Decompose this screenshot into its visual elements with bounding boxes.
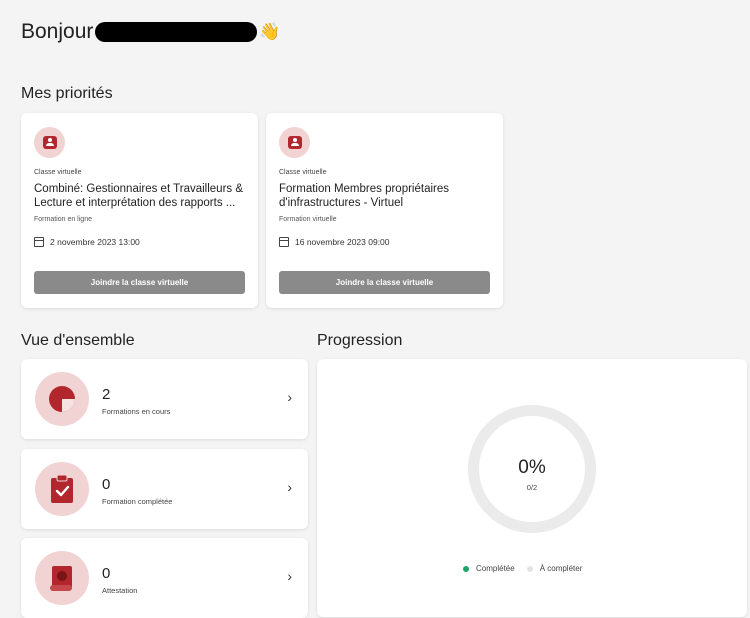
overview-value: 0	[102, 565, 111, 582]
legend-dot-remaining	[526, 565, 533, 572]
priority-date: 16 novembre 2023 09:00	[279, 237, 490, 247]
clipboard-check-icon	[35, 462, 89, 516]
redacted-username	[95, 22, 258, 42]
priority-type: Classe virtuelle	[34, 169, 82, 176]
priorities-title: Mes priorités	[21, 85, 113, 102]
overview-value: 2	[102, 386, 111, 403]
chevron-right-icon: ›	[287, 389, 292, 405]
overview-label: Formation complétée	[102, 497, 173, 506]
calendar-icon	[279, 237, 289, 247]
chevron-right-icon: ›	[287, 568, 292, 584]
overview-card-completed[interactable]: 0 Formation complétée ›	[21, 449, 308, 529]
virtual-class-icon	[34, 127, 65, 158]
greeting-text: Bonjour	[21, 20, 94, 43]
join-virtual-class-button[interactable]: Joindre la classe virtuelle	[279, 271, 490, 294]
legend-item-remaining: À compléter	[526, 564, 583, 573]
calendar-icon	[34, 237, 44, 247]
progress-title: Progression	[317, 332, 403, 349]
virtual-class-icon	[279, 127, 310, 158]
overview-label: Formations en cours	[102, 407, 171, 416]
overview-card-certificate[interactable]: 0 Attestation ›	[21, 538, 308, 618]
legend-dot-completed	[463, 565, 469, 572]
progress-percent: 0%	[518, 457, 546, 478]
priority-date: 2 novembre 2023 13:00	[34, 237, 245, 247]
priority-date-text: 2 novembre 2023 13:00	[50, 237, 140, 247]
dashboard-page: Bonjour 👋 Mes priorités Classe virtuelle…	[0, 0, 750, 618]
priority-card: Classe virtuelle Combiné: Gestionnaires …	[21, 113, 258, 308]
overview-title: Vue d'ensemble	[21, 332, 135, 349]
pie-chart-icon	[35, 372, 89, 426]
progress-card: 0% 0/2 Complétée À compléter	[317, 359, 747, 617]
certificate-scroll-icon	[35, 551, 89, 605]
priority-type: Classe virtuelle	[279, 169, 327, 176]
progress-fraction: 0/2	[526, 483, 538, 492]
priority-date-text: 16 novembre 2023 09:00	[295, 237, 390, 247]
priority-card: Classe virtuelle Formation Membres propr…	[266, 113, 503, 308]
legend-label: À compléter	[539, 564, 583, 573]
overview-card-in-progress[interactable]: 2 Formations en cours ›	[21, 359, 308, 439]
progress-legend: Complétée À compléter	[463, 564, 594, 573]
chevron-right-icon: ›	[287, 479, 292, 495]
legend-item-completed: Complétée	[463, 564, 515, 573]
priority-subtitle: Formation virtuelle	[279, 216, 337, 223]
overview-value: 0	[102, 476, 111, 493]
overview-label: Attestation	[102, 586, 138, 595]
wave-emoji-icon: 👋	[259, 22, 281, 41]
priority-title[interactable]: Formation Membres propriétaires d'infras…	[279, 182, 490, 210]
join-virtual-class-button[interactable]: Joindre la classe virtuelle	[34, 271, 245, 294]
greeting-heading: Bonjour 👋	[21, 20, 281, 44]
priority-title[interactable]: Combiné: Gestionnaires et Travailleurs &…	[34, 182, 245, 210]
legend-label: Complétée	[476, 564, 515, 573]
priority-subtitle: Formation en ligne	[34, 216, 92, 223]
